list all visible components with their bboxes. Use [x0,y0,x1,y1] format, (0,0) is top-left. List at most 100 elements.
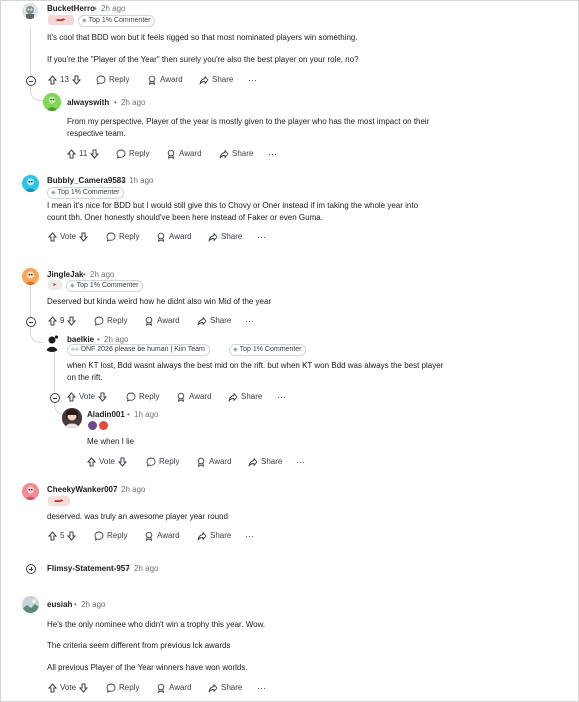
vote-control[interactable]: Vote [48,230,91,244]
timestamp[interactable]: 2h ago [104,335,128,344]
username[interactable]: CheekyWanker007 [47,485,117,494]
vote-control[interactable]: Vote [67,390,110,404]
award-button[interactable]: Award [196,455,232,469]
downvote-icon[interactable] [67,316,77,326]
timestamp[interactable]: 2h ago [81,600,105,609]
share-button[interactable]: Share [228,390,262,404]
upvote-icon[interactable] [48,232,57,242]
award-button[interactable]: Award [147,73,183,87]
downvote-icon[interactable] [67,531,77,541]
vote-control[interactable]: Vote [48,681,91,695]
share-button[interactable]: Share [199,73,233,87]
upvote-icon[interactable] [48,683,57,693]
vote-count: 11 [79,149,88,158]
vote-control[interactable]: Vote [87,455,130,469]
award-button[interactable]: Award [166,147,202,161]
reply-button[interactable]: Reply [94,314,127,328]
share-button[interactable]: Share [219,147,253,161]
username[interactable]: Aladin001 [87,410,125,419]
reply-button[interactable]: Reply [116,147,149,161]
share-button[interactable]: Share [197,314,231,328]
more-options-button[interactable]: ··· [277,392,286,402]
comment-text: The criteria seem different from previou… [47,641,231,650]
reply-button[interactable]: Reply [106,681,139,695]
username[interactable]: baelkie [67,335,94,344]
downvote-icon[interactable] [118,457,128,467]
vote-control[interactable]: 9 [48,314,79,328]
user-flair: ◈ Top 1% Commenter [66,280,144,292]
timestamp[interactable]: 2h ago [134,564,158,573]
award-button[interactable]: Award [156,230,192,244]
upvote-icon[interactable] [48,531,57,541]
upvote-icon[interactable] [87,457,96,467]
upvote-icon[interactable] [48,316,57,326]
upvote-icon[interactable] [67,392,76,402]
vote-count: 5 [60,531,65,540]
timestamp[interactable]: 2h ago [121,98,145,107]
vote-control[interactable]: 11 [67,147,102,161]
comment-text: respective team. [67,129,126,138]
share-button[interactable]: Share [208,681,242,695]
reply-button[interactable]: Reply [94,529,127,543]
more-options-button[interactable]: ··· [296,457,305,467]
avatar[interactable] [22,268,39,285]
more-options-button[interactable]: ··· [248,75,257,85]
more-options-button[interactable]: ··· [268,149,277,159]
more-options-button[interactable]: ··· [257,232,266,242]
award-button[interactable]: Award [156,681,192,695]
collapse-thread-button[interactable] [26,317,36,327]
separator-dot: • [83,270,86,279]
award-button[interactable]: Award [176,390,212,404]
avatar[interactable] [22,175,39,192]
downvote-icon[interactable] [90,149,100,159]
share-button[interactable]: Share [248,455,282,469]
award-button[interactable]: Award [144,529,180,543]
share-button[interactable]: Share [197,529,231,543]
username[interactable]: alwayswith [67,98,109,107]
username[interactable]: BucketHerro [47,4,95,13]
more-options-button[interactable]: ··· [245,531,254,541]
separator-dot: • [122,176,125,185]
separator-dot: • [97,335,100,344]
avatar[interactable] [22,596,39,613]
share-button[interactable]: Share [208,230,242,244]
collapse-thread-button[interactable] [26,76,36,86]
reply-button[interactable]: Reply [96,73,129,87]
thread-line[interactable] [30,28,31,78]
separator-dot: • [127,564,130,573]
username[interactable]: eusiah [47,600,72,609]
vote-control[interactable]: 5 [48,529,79,543]
username[interactable]: Flimsy-Statement-957 [47,564,130,573]
timestamp[interactable]: 2h ago [121,485,145,494]
downvote-icon[interactable] [79,683,89,693]
more-options-button[interactable]: ··· [245,316,254,326]
expand-thread-button[interactable] [26,564,36,574]
username[interactable]: Bubbly_Camera9583 [47,176,126,185]
award-button[interactable]: Award [144,314,180,328]
thread-line[interactable] [30,284,31,318]
avatar[interactable] [43,93,61,111]
username[interactable]: JingleJak [47,270,83,279]
reply-button[interactable]: Reply [126,390,159,404]
avatar[interactable] [22,3,38,19]
timestamp[interactable]: 2h ago [90,270,114,279]
timestamp[interactable]: 1h ago [129,176,153,185]
timestamp[interactable]: 2h ago [101,4,125,13]
separator-dot: • [74,600,77,609]
downvote-icon[interactable] [71,75,81,85]
reply-button[interactable]: Reply [106,230,139,244]
avatar[interactable] [22,483,39,500]
thread-line[interactable] [54,352,55,392]
flair-emoji-icon [88,421,97,430]
downvote-icon[interactable] [79,232,89,242]
downvote-icon[interactable] [98,392,108,402]
upvote-icon[interactable] [67,149,76,159]
upvote-icon[interactable] [48,75,57,85]
collapse-thread-button[interactable] [50,393,60,403]
avatar[interactable] [62,408,82,428]
more-options-button[interactable]: ··· [257,683,266,693]
timestamp[interactable]: 1h ago [134,410,158,419]
avatar[interactable] [43,334,61,352]
vote-control[interactable]: 13 [48,73,84,87]
reply-button[interactable]: Reply [146,455,179,469]
